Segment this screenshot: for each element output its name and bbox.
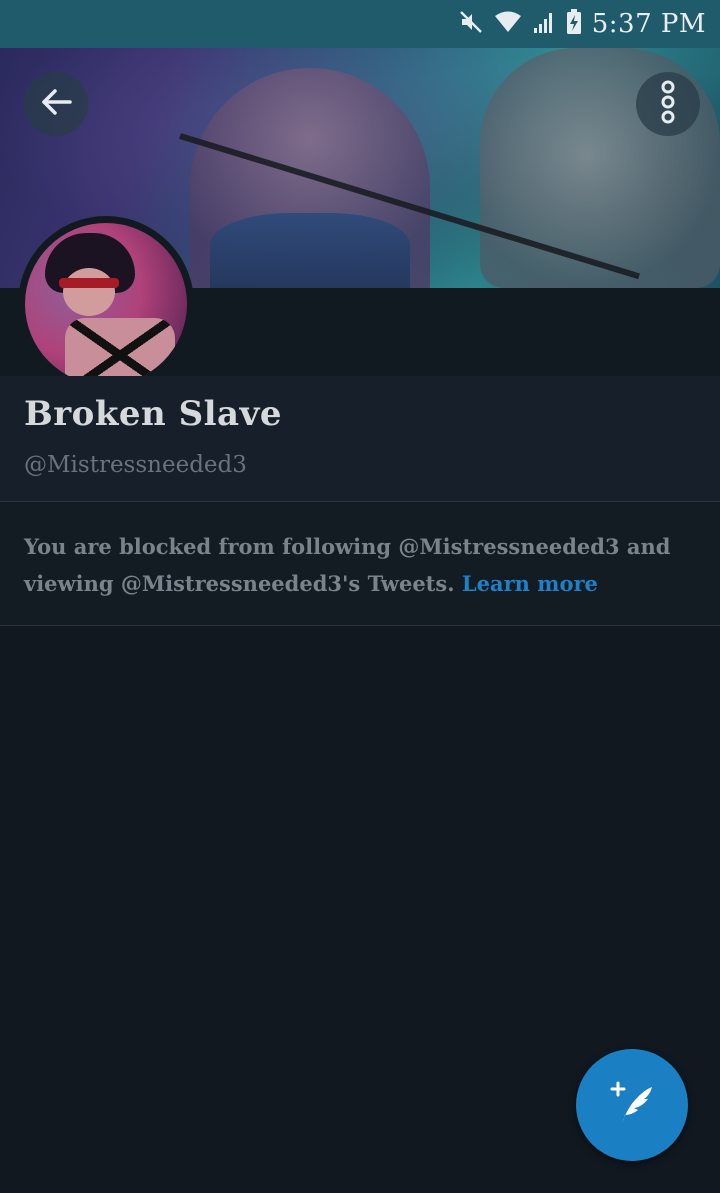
compose-tweet-button[interactable] [576, 1049, 688, 1161]
status-time: 5:37 PM [591, 9, 706, 39]
divider [0, 625, 720, 626]
more-vertical-icon [660, 80, 676, 128]
blocked-notice-text: You are blocked from following @Mistress… [24, 528, 696, 602]
arrow-left-icon [38, 84, 74, 124]
avatar-body [65, 318, 175, 385]
more-options-button[interactable] [636, 72, 700, 136]
avatar-blindfold [59, 278, 119, 288]
learn-more-link[interactable]: Learn more [462, 571, 598, 596]
banner-garment [210, 213, 410, 288]
compose-tweet-icon [606, 1077, 658, 1133]
signal-icon [532, 10, 556, 38]
avatar-face [63, 268, 115, 316]
wifi-icon [494, 10, 522, 38]
status-bar: 5:37 PM [0, 0, 720, 48]
mute-icon [458, 9, 484, 39]
back-button[interactable] [24, 72, 88, 136]
status-icons: 5:37 PM [458, 7, 706, 41]
battery-charging-icon [566, 9, 582, 39]
profile-handle: @Mistressneeded3 [24, 452, 247, 478]
display-name: Broken Slave [24, 394, 282, 434]
avatar[interactable] [25, 223, 187, 385]
